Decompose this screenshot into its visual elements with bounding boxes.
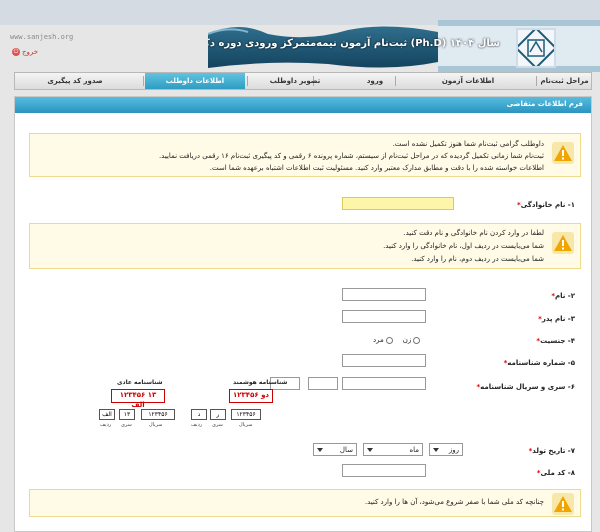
notice-registration: داوطلب گرامی ثبت‌نام شما هنوز تکمیل نشده… bbox=[29, 133, 581, 177]
notice-line: شما می‌بایست در ردیف اول، نام خانوادگی ر… bbox=[383, 242, 544, 250]
notice-names: لطفا در وارد کردن نام خانوادگی و نام دقت… bbox=[29, 223, 581, 269]
warning-icon bbox=[552, 142, 574, 164]
first-name-label: ۲- نام* bbox=[551, 292, 575, 300]
smart-caption-serial: سریال bbox=[239, 422, 253, 428]
id-serial-label: ۶- سری و سریال شناسنامه* bbox=[476, 383, 576, 391]
header-banner: ثبت‌نام آزمون نیمه‌متمرکز ورودی دوره دکت… bbox=[208, 20, 600, 72]
smart-id-title: شناسنامه هوشمند bbox=[233, 379, 288, 386]
regular-caption-serial: سریال bbox=[149, 422, 163, 428]
family-name-input[interactable] bbox=[342, 197, 454, 210]
smart-caption-series: سری bbox=[212, 422, 223, 428]
logout-icon: ⏻ bbox=[12, 48, 20, 56]
warning-icon bbox=[552, 493, 574, 515]
national-id-label: ۵- شماره شناسنامه* bbox=[503, 359, 575, 367]
id-series-number-input[interactable] bbox=[308, 377, 338, 390]
smart-id-number: ۱۲۳۴۵۶ دو bbox=[229, 389, 273, 403]
banner-title: ثبت‌نام آزمون نیمه‌متمرکز ورودی دوره دکت… bbox=[208, 38, 500, 49]
logout-label: خروج bbox=[22, 48, 39, 56]
first-name-input[interactable] bbox=[342, 288, 426, 301]
regular-id-series: ۱۳ bbox=[119, 409, 135, 420]
notice-national-code: چنانچه کد ملی شما با صفر شروع می‌شود، آن… bbox=[29, 489, 581, 517]
smart-id-series: ر bbox=[210, 409, 226, 420]
step-nav: مراحل ثبت‌نام اطلاعات آزمون ورود تصویر د… bbox=[14, 72, 592, 90]
nav-item-tracking-code[interactable]: صدور کد پیگیری bbox=[35, 73, 115, 89]
national-code-input[interactable] bbox=[342, 464, 426, 477]
form-title: فرم اطلاعات متقاضی bbox=[506, 100, 583, 108]
father-name-label: ۳- نام پدر* bbox=[538, 315, 575, 323]
birth-month-select[interactable]: ماه bbox=[363, 443, 423, 456]
notice-line: ثبت‌نام شما زمانی تکمیل گردیده که در مرا… bbox=[158, 152, 544, 160]
regular-id-serial: ۱۲۳۴۵۶ bbox=[141, 409, 175, 420]
birth-day-select[interactable]: روز bbox=[429, 443, 463, 456]
birth-year-select[interactable]: سال bbox=[313, 443, 357, 456]
gender-female-radio[interactable]: زن bbox=[403, 336, 421, 344]
nav-item-registration-steps[interactable]: مراحل ثبت‌نام bbox=[537, 73, 592, 89]
notice-line: چنانچه کد ملی شما با صفر شروع می‌شود، آن… bbox=[364, 498, 544, 506]
smart-id-letter: د bbox=[191, 409, 207, 420]
nav-item-candidate-photo[interactable]: تصویر داوطلب bbox=[265, 73, 325, 89]
regular-id-number: ۱۲۳۴۵۶ ۱۳ الف bbox=[111, 389, 165, 409]
father-name-input[interactable] bbox=[342, 310, 426, 323]
regular-caption-series: سری bbox=[121, 422, 132, 428]
family-name-label: ۱- نام خانوادگی* bbox=[517, 201, 575, 209]
regular-id-title: شناسنامه عادی bbox=[117, 379, 163, 386]
notice-line: اطلاعات خواسته شده را با دقت و مطابق مدا… bbox=[209, 164, 544, 172]
national-id-input[interactable] bbox=[342, 354, 426, 367]
national-code-label: ۸- کد ملی* bbox=[536, 469, 575, 477]
nav-item-login[interactable]: ورود bbox=[355, 73, 395, 89]
gender-radio-group: زن مرد bbox=[373, 336, 421, 344]
smart-caption-letter: ردیف bbox=[191, 422, 203, 428]
logout-link[interactable]: ⏻ خروج bbox=[12, 48, 38, 56]
sanjesh-logo-icon bbox=[514, 26, 558, 70]
notice-line: شما می‌بایست در ردیف دوم، نام را وارد کن… bbox=[411, 255, 544, 263]
notice-line: داوطلب گرامی ثبت‌نام شما هنوز تکمیل نشده… bbox=[392, 140, 544, 148]
nav-item-candidate-info[interactable]: اطلاعات داوطلب bbox=[145, 73, 245, 89]
nav-item-exam-info[interactable]: اطلاعات آزمون bbox=[433, 73, 503, 89]
gender-label: ۴- جنسیت* bbox=[536, 337, 575, 345]
regular-caption-letter: ردیف bbox=[100, 422, 112, 428]
id-serial-number-input[interactable] bbox=[342, 377, 426, 390]
site-url[interactable]: www.sanjesh.org bbox=[10, 33, 73, 41]
gender-male-radio[interactable]: مرد bbox=[373, 336, 393, 344]
form-header: فرم اطلاعات متقاضی bbox=[15, 97, 591, 113]
birth-date-label: ۷- تاریخ تولد* bbox=[528, 447, 575, 455]
regular-id-letter: الف bbox=[99, 409, 115, 420]
smart-id-serial: ۱۲۳۴۵۶ bbox=[231, 409, 261, 420]
warning-icon bbox=[552, 232, 574, 254]
notice-line: لطفا در وارد کردن نام خانوادگی و نام دقت… bbox=[403, 229, 544, 237]
applicant-form: فرم اطلاعات متقاضی داوطلب گرامی ثبت‌نام … bbox=[14, 96, 592, 532]
